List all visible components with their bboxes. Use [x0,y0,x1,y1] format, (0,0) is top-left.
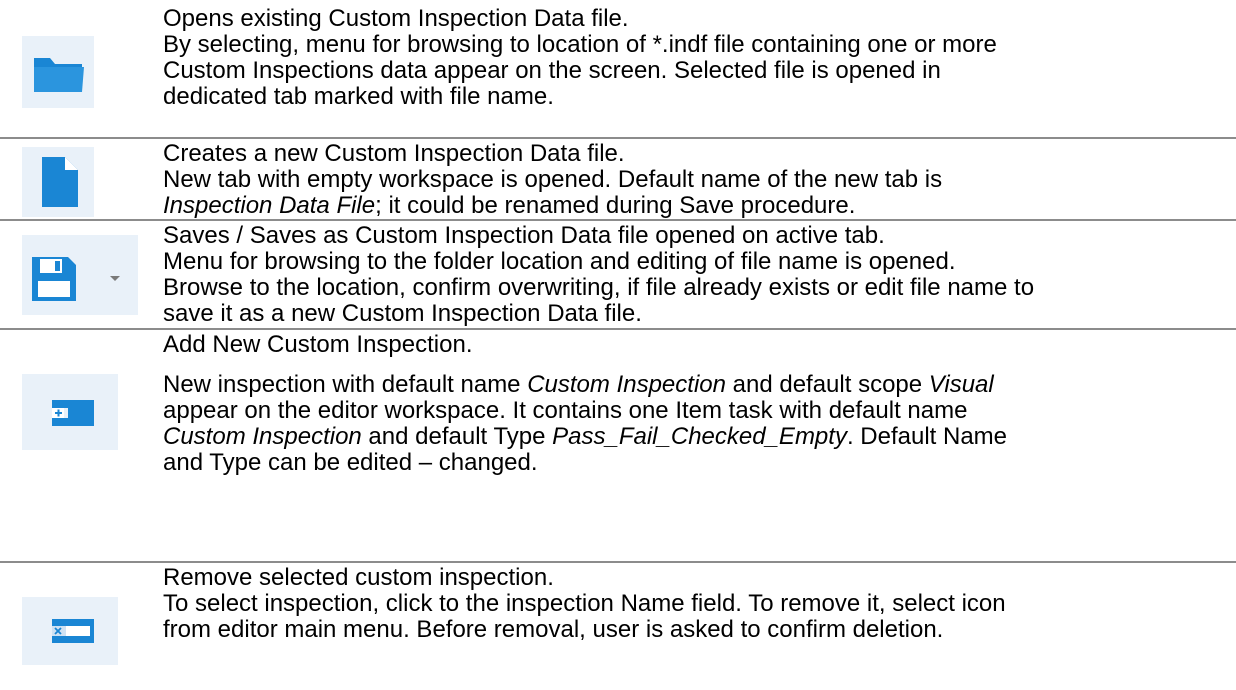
row-remove-inspection: Remove selected custom inspection. To se… [0,563,1236,690]
description-line: Custom Inspection and default Type Pass_… [163,424,1236,450]
description-fragment: and default scope [725,371,929,398]
description-line: Inspection Data File; it could be rename… [163,193,1236,219]
description-text: Opens existing Custom Inspection Data fi… [163,6,1236,110]
new-file-icon[interactable] [22,147,94,217]
description-line: appear on the editor workspace. It conta… [163,397,968,424]
icon-cell [0,139,160,219]
description-text: Add New Custom Inspection. New inspectio… [163,332,1236,476]
row-new-file: Creates a new Custom Inspection Data fil… [0,139,1236,219]
description-fragment: ; it could be renamed during Save proced… [375,192,856,219]
description-line: Custom Inspections data appear on the sc… [163,57,941,84]
description-line: from editor main menu. Before removal, u… [163,616,944,643]
description-text: Creates a new Custom Inspection Data fil… [163,141,1236,219]
description-line: Add New Custom Inspection. [163,331,473,358]
description-line: Saves / Saves as Custom Inspection Data … [163,222,885,249]
add-inspection-icon[interactable] [22,374,118,450]
description-line: Remove selected custom inspection. [163,564,554,591]
description-line: New inspection with default name Custom … [163,372,1236,398]
icon-cell [0,221,160,328]
description-text: Saves / Saves as Custom Inspection Data … [163,223,1236,327]
description-line: Browse to the location, confirm overwrit… [163,274,1035,301]
save-split-button[interactable] [22,235,138,315]
remove-inspection-icon[interactable] [22,597,118,665]
description-line: dedicated tab marked with file name. [163,83,554,110]
description-line: Menu for browsing to the folder location… [163,248,956,275]
icon-cell [0,0,160,137]
description-text: Remove selected custom inspection. To se… [163,565,1236,643]
description-fragment: and default Type [361,423,553,450]
description-fragment: . Default Name [846,423,1008,450]
row-open-file: Opens existing Custom Inspection Data fi… [0,0,1236,137]
row-add-inspection: Add New Custom Inspection. New inspectio… [0,330,1236,561]
row-save-file: Saves / Saves as Custom Inspection Data … [0,221,1236,328]
description-line: To select inspection, click to the inspe… [163,590,1006,617]
default-tab-name: Inspection Data File [163,192,376,219]
description-line: save it as a new Custom Inspection Data … [163,300,642,327]
description-line: By selecting, menu for browsing to locat… [163,31,997,58]
chevron-down-icon[interactable] [109,275,121,283]
default-item-name: Custom Inspection [163,423,362,450]
open-folder-icon[interactable] [22,36,94,108]
description-fragment: New inspection with default name [163,371,528,398]
description-line: New tab with empty workspace is opened. … [163,166,943,193]
description-line: and Type can be edited – changed. [163,449,538,476]
icon-cell [0,330,160,561]
description-line: Opens existing Custom Inspection Data fi… [163,5,629,32]
default-inspection-name: Custom Inspection [527,371,726,398]
icon-cell [0,563,160,690]
default-type: Pass_Fail_Checked_Empty [552,423,847,450]
default-scope: Visual [928,371,994,398]
description-line: Creates a new Custom Inspection Data fil… [163,140,625,167]
